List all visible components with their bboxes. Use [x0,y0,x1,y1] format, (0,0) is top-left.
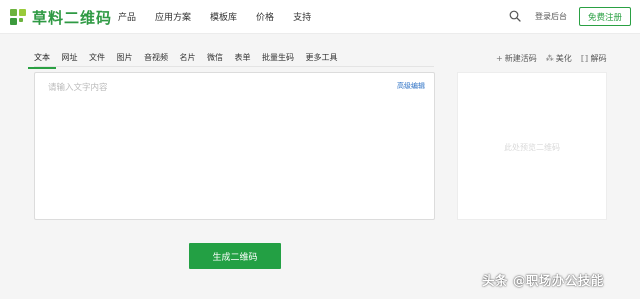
advanced-edit-link[interactable]: 高级编辑 [397,81,425,91]
text-editor: 高级编辑 [34,72,435,220]
qr-preview-panel: 此处预览二维码 [457,72,607,220]
nav-item-pricing[interactable]: 价格 [256,10,274,23]
nav-item-support[interactable]: 支持 [293,10,311,23]
plus-icon: + [496,54,503,63]
nav-item-solutions[interactable]: 应用方案 [155,10,191,23]
tool-label: 解码 [590,54,607,63]
tabs-divider [34,66,434,67]
top-header: 草料二维码 产品 应用方案 模板库 价格 支持 登录后台 免费注册 [0,0,640,34]
main-nav: 产品 应用方案 模板库 价格 支持 [118,10,330,23]
watermark-text: 头条 @职场办公技能 [482,273,604,288]
logo-icon [10,9,27,26]
tool-links: + 新建活码 ⁂ 美化 ⟦⟧ 解码 [496,53,607,64]
logo-text: 草料二维码 [32,9,113,27]
nav-item-products[interactable]: 产品 [118,10,136,23]
text-content-input[interactable] [35,73,434,219]
decode-icon: ⟦⟧ [580,54,589,63]
tool-label: 美化 [555,54,572,63]
tool-label: 新建活码 [504,54,537,63]
beautify-link[interactable]: ⁂ 美化 [546,53,572,64]
login-link[interactable]: 登录后台 [535,11,567,22]
new-dynamic-code-link[interactable]: + 新建活码 [496,53,537,64]
register-button[interactable]: 免费注册 [579,7,631,26]
nav-item-templates[interactable]: 模板库 [210,10,237,23]
beautify-icon: ⁂ [545,54,554,63]
logo[interactable]: 草料二维码 [10,7,112,28]
search-icon[interactable] [509,10,521,22]
decode-link[interactable]: ⟦⟧ 解码 [581,53,607,64]
generate-qr-button[interactable]: 生成二维码 [189,243,281,269]
preview-placeholder: 此处预览二维码 [504,143,560,152]
